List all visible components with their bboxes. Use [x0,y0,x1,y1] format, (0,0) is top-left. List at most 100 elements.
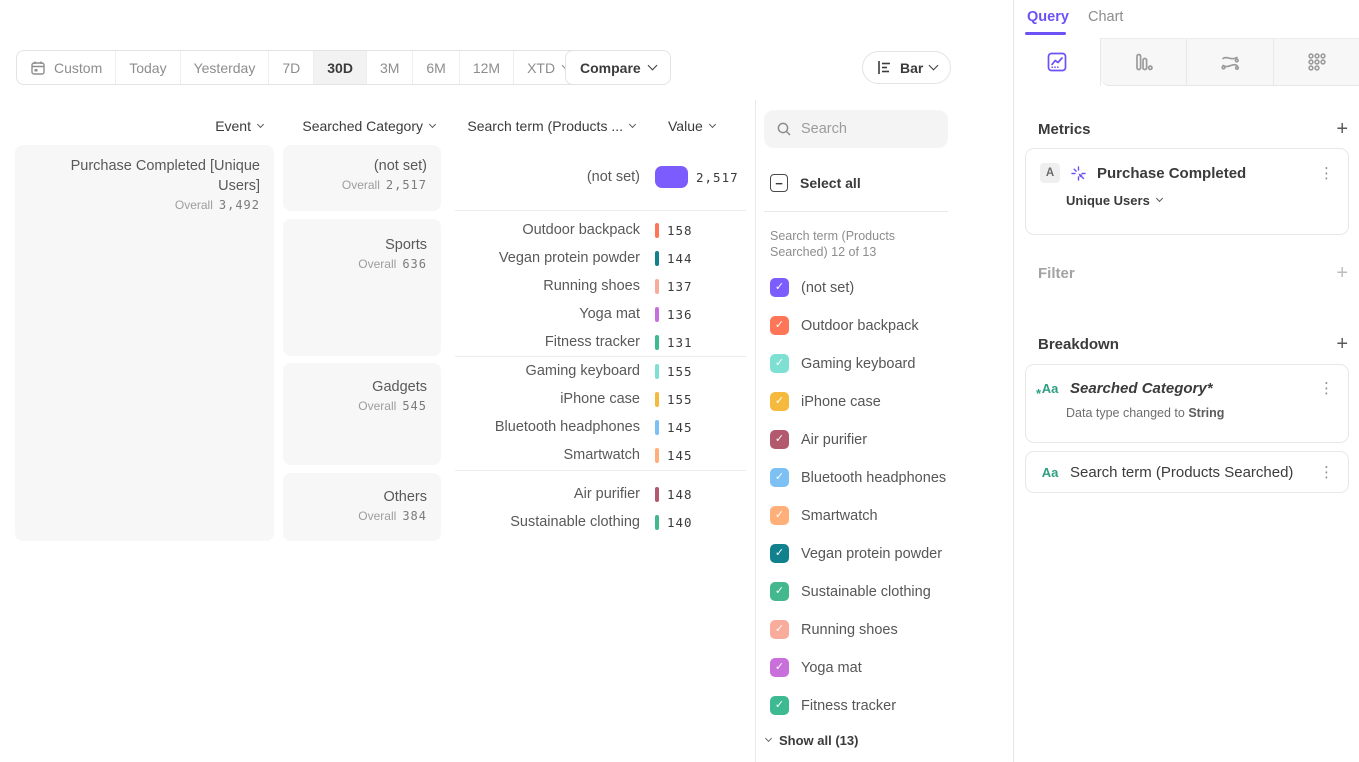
table-row[interactable]: Bluetooth headphones 145 [450,413,746,441]
date-range-7d[interactable]: 7D [269,51,314,84]
table-row[interactable]: Outdoor backpack 158 [450,216,746,244]
filter-item[interactable]: ✓ Vegan protein powder [770,544,942,563]
table-row[interactable]: Fitness tracker 131 [450,328,746,356]
value-bar [655,166,688,188]
tab-funnels[interactable] [1101,38,1188,86]
category-cell-others[interactable]: Others Overall384 [283,473,441,541]
metric-card[interactable]: A Purchase Completed ⋮ Unique Users [1025,148,1349,235]
tab-query[interactable]: Query [1027,9,1069,25]
show-all-button[interactable]: Show all (13) [766,733,858,748]
filter-title: Filter [1038,265,1075,282]
date-range-picker: Custom Today Yesterday 7D 30D 3M 6M 12M … [16,50,584,85]
table-row[interactable]: Vegan protein powder 144 [450,244,746,272]
select-all-checkbox[interactable]: − Select all [770,174,861,192]
table-row[interactable]: Air purifier 148 [450,480,746,508]
event-sparkle-icon [1070,165,1087,182]
breakdown-menu-button[interactable]: ⋮ [1319,379,1334,397]
search-input[interactable] [801,121,931,137]
breakdown-title: Breakdown [1038,336,1119,353]
table-row[interactable]: Sustainable clothing 140 [450,508,746,536]
category-cell-sports[interactable]: Sports Overall636 [283,219,441,356]
filter-item[interactable]: ✓ (not set) [770,278,854,297]
date-range-6m[interactable]: 6M [413,51,459,84]
tab-flows[interactable] [1187,38,1274,86]
event-name: Purchase Completed [Unique Users] [29,156,260,196]
value-bar [655,392,659,407]
column-header-value[interactable]: Value [668,116,738,136]
compare-button[interactable]: Compare [565,50,671,85]
filter-item[interactable]: ✓ Outdoor backpack [770,316,919,335]
breakdown-card-search-term[interactable]: Aa Search term (Products Searched) ⋮ [1025,451,1349,493]
add-metric-button[interactable]: + [1336,119,1348,139]
table-row[interactable]: Smartwatch 145 [450,441,746,469]
panel-tabs: Query Chart [1014,0,1359,38]
value-bar [655,515,659,530]
bar-chart-icon [876,59,893,76]
table-row[interactable]: Gaming keyboard 155 [450,357,746,385]
date-range-today[interactable]: Today [116,51,180,84]
metric-menu-button[interactable]: ⋮ [1319,164,1334,182]
group-divider [455,470,746,471]
chevron-down-icon [629,120,636,127]
breakdown-note: Data type changed to String [1026,397,1348,420]
filter-item[interactable]: ✓ Fitness tracker [770,696,896,715]
date-range-yesterday[interactable]: Yesterday [181,51,270,84]
tab-chart[interactable]: Chart [1088,9,1123,25]
tab-retention[interactable] [1274,38,1359,86]
filter-item[interactable]: ✓ Air purifier [770,430,867,449]
series-letter-badge: A [1040,163,1060,183]
filter-item[interactable]: ✓ Running shoes [770,620,898,639]
column-header-event[interactable]: Event [15,116,263,136]
series-filter-panel: − Select all Search term (Products Searc… [755,100,1013,762]
date-range-3m[interactable]: 3M [367,51,413,84]
breakdown-name: Search term (Products Searched) [1070,464,1293,481]
filter-item[interactable]: ✓ Yoga mat [770,658,862,677]
flows-icon [1218,50,1242,74]
checked-checkbox-icon: ✓ [770,354,789,373]
checked-checkbox-icon: ✓ [770,468,789,487]
chevron-down-icon [647,61,657,71]
search-box[interactable] [764,110,948,148]
filter-item[interactable]: ✓ Sustainable clothing [770,582,931,601]
panel-divider [764,211,948,212]
value-bar [655,364,659,379]
chart-type-selector[interactable]: Bar [862,51,951,84]
table-row[interactable]: (not set) 2,517 [450,163,746,191]
value-bar [655,279,659,294]
category-cell-not-set[interactable]: (not set) Overall2,517 [283,145,441,211]
filter-item[interactable]: ✓ iPhone case [770,392,881,411]
table-row[interactable]: iPhone case 155 [450,385,746,413]
string-property-icon: Aa* [1040,381,1060,396]
metrics-section-header: Metrics + [1038,119,1348,139]
table-row[interactable]: Yoga mat 136 [450,300,746,328]
breakdown-section-header: Breakdown + [1038,334,1348,354]
date-range-12m[interactable]: 12M [460,51,514,84]
date-range-30d[interactable]: 30D [314,51,367,84]
date-range-label: Custom [54,60,102,76]
value-bar [655,335,659,350]
breakdown-card-searched-category[interactable]: Aa* Searched Category* ⋮ Data type chang… [1025,364,1349,443]
active-tab-underline [1025,32,1066,35]
category-cell-gadgets[interactable]: Gadgets Overall545 [283,363,441,465]
filter-item[interactable]: ✓ Bluetooth headphones [770,468,946,487]
add-filter-button[interactable]: + [1336,263,1348,283]
funnels-icon [1131,50,1155,74]
string-property-icon: Aa [1040,465,1060,480]
chevron-down-icon [929,61,939,71]
insights-chart-icon [1045,50,1069,74]
filter-item[interactable]: ✓ Smartwatch [770,506,878,525]
metric-aggregation-selector[interactable]: Unique Users [1026,183,1348,208]
table-row[interactable]: Running shoes 137 [450,272,746,300]
checked-checkbox-icon: ✓ [770,316,789,335]
column-header-search-term[interactable]: Search term (Products ... [450,116,635,136]
date-range-custom[interactable]: Custom [17,51,116,84]
event-cell[interactable]: Purchase Completed [Unique Users] Overal… [15,145,274,541]
filter-item[interactable]: ✓ Gaming keyboard [770,354,915,373]
breakdown-menu-button[interactable]: ⋮ [1319,463,1334,481]
value-bar [655,487,659,502]
tab-insights[interactable] [1014,38,1101,86]
column-header-searched-category[interactable]: Searched Category [283,116,435,136]
add-breakdown-button[interactable]: + [1336,334,1348,354]
chevron-down-icon [257,120,264,127]
checked-checkbox-icon: ✓ [770,544,789,563]
